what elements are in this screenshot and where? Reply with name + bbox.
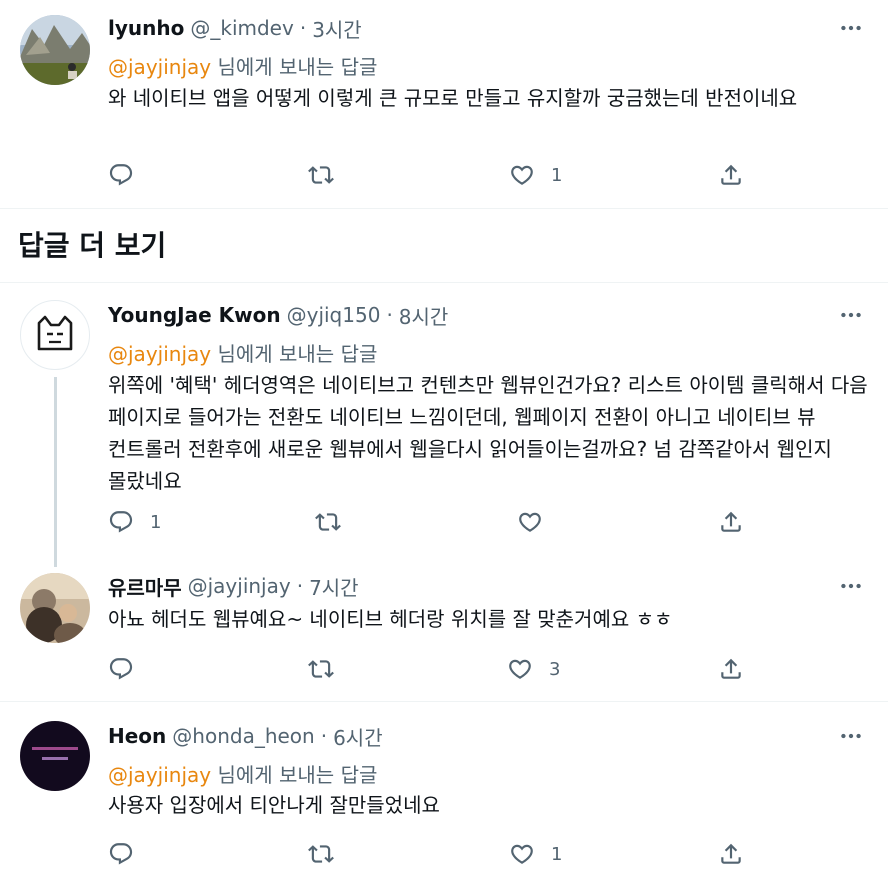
more-button[interactable] [838,15,864,41]
avatar[interactable] [20,300,90,370]
like-count: 1 [551,164,563,186]
share-button[interactable] [718,505,744,539]
more-dots-icon [838,302,864,328]
retweet-icon [308,656,334,682]
retweet-icon [308,841,334,867]
reply-button[interactable] [108,837,150,871]
thread-line [54,377,57,567]
avatar-image [20,721,90,791]
separator-dot: · [299,16,307,40]
more-button[interactable] [838,723,864,749]
share-button[interactable] [718,652,744,686]
tweet-actions: 1 [108,837,748,871]
timestamp[interactable]: 8시간 [399,301,449,330]
more-dots-icon [838,723,864,749]
more-button[interactable] [838,573,864,599]
retweet-button[interactable] [308,837,350,871]
retweet-icon [315,509,341,535]
more-dots-icon [838,573,864,599]
more-dots-icon [838,15,864,41]
separator-dot: · [296,574,304,598]
reply-to-suffix: 님에게 보내는 답글 [211,55,378,79]
avatar[interactable] [20,15,90,85]
user-name[interactable]: 유르마무 [108,572,182,601]
user-handle[interactable]: @yjiq150 [287,303,381,327]
reply-icon [108,841,134,867]
user-handle[interactable]: @_kimdev [190,16,293,40]
share-icon [718,656,744,682]
tweet-header: YoungJae Kwon @yjiq150 · 8시간 [108,301,449,330]
like-button[interactable]: 3 [507,652,560,686]
reply-to-suffix: 님에게 보내는 답글 [211,342,378,366]
tweet-text: 와 네이티브 앱을 어떻게 이렇게 큰 규모로 만들고 유지할까 궁금했는데 반… [108,86,798,110]
retweet-icon [308,162,334,188]
heart-icon [509,162,535,188]
section-title: 답글 더 보기 [18,229,167,262]
reply-to-line: @jayjinjay 님에게 보내는 답글 [108,759,377,788]
reply-icon [108,162,134,188]
reply-button[interactable]: 1 [108,505,161,539]
share-button[interactable] [718,158,744,192]
tweet[interactable]: 유르마무 @jayjinjay · 7시간 아뇨 헤더도 웹뷰예요~ 네이티브 … [0,555,888,700]
tweet-actions: 1 [108,158,748,192]
timestamp[interactable]: 7시간 [309,572,359,601]
heart-icon [507,656,533,682]
share-icon [718,162,744,188]
tweet-actions: 3 [108,652,748,686]
mention-link[interactable]: @jayjinjay [108,55,211,79]
timestamp[interactable]: 6시간 [333,722,383,751]
tweet[interactable]: lyunho @_kimdev · 3시간 @jayjinjay 님에게 보내는… [0,0,888,208]
divider [0,208,888,209]
tweet-header: lyunho @_kimdev · 3시간 [108,14,362,43]
tweet-header: 유르마무 @jayjinjay · 7시간 [108,572,359,601]
avatar[interactable] [20,721,90,791]
reply-to-line: @jayjinjay 님에게 보내는 답글 [108,51,377,80]
like-button[interactable]: 1 [509,837,562,871]
like-count: 3 [549,658,561,680]
user-name[interactable]: lyunho [108,16,184,40]
separator-dot: · [386,303,393,327]
tweet-text: 사용자 입장에서 티안나게 잘만들었네요 [108,793,440,817]
heart-icon [509,841,535,867]
heart-icon [517,509,543,535]
tweet-header: Heon @honda_heon · 6시간 [108,722,383,751]
separator-dot: · [320,724,328,748]
retweet-button[interactable] [308,158,350,192]
user-handle[interactable]: @honda_heon [172,724,314,748]
tweet-text: 아뇨 헤더도 웹뷰예요~ 네이티브 헤더랑 위치를 잘 맞춘거예요 ㅎㅎ [108,607,673,631]
like-button[interactable]: 1 [509,158,562,192]
reply-count: 1 [150,511,162,533]
reply-icon [108,509,134,535]
reply-button[interactable] [108,158,150,192]
cat-avatar-image [37,315,73,351]
reply-button[interactable] [108,652,150,686]
retweet-button[interactable] [308,652,350,686]
like-count: 1 [551,843,563,865]
avatar-image [20,15,90,85]
more-button[interactable] [838,302,864,328]
like-button[interactable] [517,505,559,539]
tweet[interactable]: YoungJae Kwon @yjiq150 · 8시간 @jayjinjay … [0,283,888,567]
user-handle[interactable]: @jayjinjay [188,574,291,598]
timestamp[interactable]: 3시간 [312,14,362,43]
tweet[interactable]: Heon @honda_heon · 6시간 @jayjinjay 님에게 보내… [0,702,888,878]
tweet-text: 위쪽에 '혜택' 헤더영역은 네이티브고 컨텐츠만 웹뷰인건가요? 리스트 아이… [108,373,868,493]
retweet-button[interactable] [315,505,357,539]
avatar[interactable] [20,573,90,643]
share-icon [718,509,744,535]
share-icon [718,841,744,867]
mention-link[interactable]: @jayjinjay [108,763,211,787]
reply-to-line: @jayjinjay 님에게 보내는 답글 [108,338,377,367]
user-name[interactable]: YoungJae Kwon [108,303,281,327]
user-name[interactable]: Heon [108,724,166,748]
reply-to-suffix: 님에게 보내는 답글 [211,763,378,787]
reply-icon [108,656,134,682]
mention-link[interactable]: @jayjinjay [108,342,211,366]
share-button[interactable] [718,837,744,871]
avatar-image [20,573,90,643]
tweet-actions: 1 [108,505,748,539]
